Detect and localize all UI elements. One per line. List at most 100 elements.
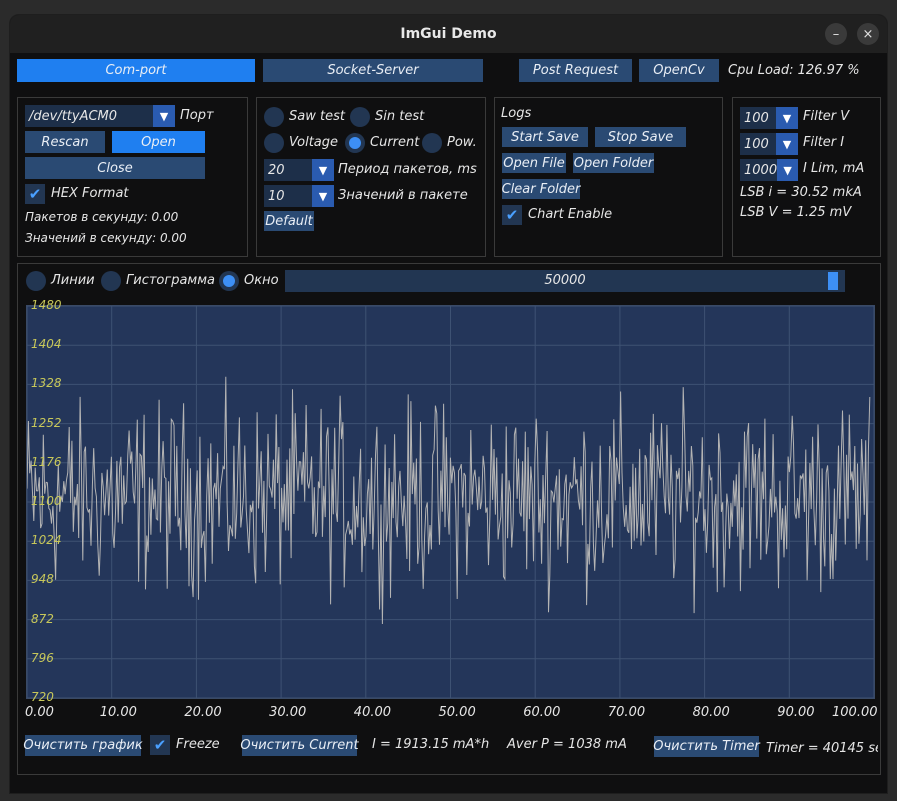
aver-p-readout: Aver P = 1038 mA <box>507 737 627 752</box>
ilim-value: 1000 <box>744 162 778 178</box>
rescan-button[interactable]: Rescan <box>25 131 105 153</box>
filter-i-combo[interactable]: 100 ▼ <box>740 133 798 155</box>
current-radio[interactable] <box>345 133 365 153</box>
y-tick-label: 948 <box>31 572 54 587</box>
sin-test-radio[interactable] <box>350 107 370 127</box>
clear-chart-button[interactable]: Очистить график <box>23 735 143 756</box>
saw-test-label: Saw test <box>289 109 345 124</box>
x-tick-label: 30.00 <box>269 705 307 720</box>
current-label: Current <box>370 135 420 150</box>
tab-com-port[interactable]: Com-port <box>17 59 255 82</box>
filter-i-value: 100 <box>744 136 769 152</box>
clear-folder-button[interactable]: Clear Folder <box>502 179 580 199</box>
plot-svg <box>27 306 874 698</box>
x-tick-label: 20.00 <box>184 705 222 720</box>
window-title: ImGui Demo <box>400 26 497 42</box>
chart-enable-label: Chart Enable <box>528 207 613 222</box>
count-label: Значений в пакете <box>338 188 468 203</box>
y-tick-label: 796 <box>31 650 54 665</box>
cpu-load: Cpu Load: 126.97 % <box>728 63 860 78</box>
slider-value: 50000 <box>544 273 586 288</box>
packets-per-second: Пакетов в секунду: 0.00 <box>25 210 179 224</box>
y-tick-label: 872 <box>31 611 54 626</box>
port-value: /dev/ttyACM0 <box>29 108 118 124</box>
x-tick-label: 100.00 <box>832 705 878 720</box>
histogram-radio[interactable] <box>101 271 121 291</box>
port-combo[interactable]: /dev/ttyACM0 ▼ <box>25 105 175 127</box>
check-icon: ✔ <box>28 185 42 203</box>
hex-format-label: HEX Format <box>51 186 129 201</box>
lines-radio[interactable] <box>26 271 46 291</box>
count-combo[interactable]: 10 ▼ <box>264 185 334 207</box>
window-label: Окно <box>244 273 279 288</box>
plot-area[interactable] <box>26 305 875 699</box>
histogram-label: Гистограмма <box>126 273 215 288</box>
logs-panel <box>494 97 723 257</box>
check-icon: ✔ <box>505 206 519 224</box>
clear-timer-button[interactable]: Очистить Timer <box>653 736 760 757</box>
period-value: 20 <box>268 162 285 178</box>
y-tick-label: 1480 <box>31 298 62 312</box>
x-tick-label: 40.00 <box>353 705 392 720</box>
ilim-label: I Lim, mA <box>803 161 865 176</box>
x-tick-label: 80.00 <box>692 705 730 720</box>
period-combo[interactable]: 20 ▼ <box>264 159 334 181</box>
voltage-label: Voltage <box>289 135 339 150</box>
x-tick-label: 0.00 <box>25 705 54 720</box>
title-bar[interactable]: ImGui Demo – × <box>10 15 887 53</box>
open-folder-button[interactable]: Open Folder <box>573 153 654 173</box>
charge-readout: I = 1913.15 mA*h <box>372 737 490 752</box>
filter-v-value: 100 <box>744 110 769 126</box>
minimize-icon[interactable]: – <box>825 23 847 45</box>
timer-clip: Timer = 40145 sec <box>766 737 878 757</box>
window-radio[interactable] <box>219 271 239 291</box>
tab-opencv[interactable]: OpenCv <box>639 59 719 82</box>
x-tick-label: 60.00 <box>523 705 561 720</box>
x-tick-label: 90.00 <box>777 705 815 720</box>
window-slider[interactable]: 50000 <box>285 270 845 292</box>
saw-test-radio[interactable] <box>264 107 284 127</box>
freeze-label: Freeze <box>176 737 220 752</box>
lines-label: Линии <box>51 273 95 288</box>
tab-socket-server[interactable]: Socket-Server <box>263 59 483 82</box>
tab-post-request[interactable]: Post Request <box>519 59 632 82</box>
hex-format-checkbox[interactable]: ✔ <box>25 184 45 204</box>
pow-radio[interactable] <box>422 133 442 153</box>
timer-readout: Timer = 40145 sec <box>766 741 878 756</box>
y-tick-label: 720 <box>31 690 54 704</box>
x-tick-label: 10.00 <box>99 705 137 720</box>
start-save-button[interactable]: Start Save <box>502 127 588 147</box>
y-tick-label: 1328 <box>31 376 62 391</box>
open-file-button[interactable]: Open File <box>502 153 566 173</box>
pow-label: Pow. <box>447 135 477 150</box>
chevron-down-icon: ▼ <box>776 107 798 129</box>
default-button[interactable]: Default <box>264 211 314 231</box>
ilim-combo[interactable]: 1000 ▼ <box>740 159 798 181</box>
freeze-checkbox[interactable]: ✔ <box>150 735 170 755</box>
period-label: Период пакетов, ms <box>338 162 477 177</box>
count-value: 10 <box>268 188 285 204</box>
y-tick-label: 1404 <box>31 337 62 352</box>
port-label: Порт <box>180 108 214 123</box>
y-tick-label: 1024 <box>31 533 62 548</box>
values-per-second: Значений в секунду: 0.00 <box>25 231 187 245</box>
logs-title: Logs <box>501 106 532 121</box>
clear-current-button[interactable]: Очистить Current <box>240 735 359 756</box>
x-tick-label: 50.00 <box>438 705 476 720</box>
close-button[interactable]: Close <box>25 157 205 179</box>
stop-save-button[interactable]: Stop Save <box>595 127 686 147</box>
chevron-down-icon: ▼ <box>312 185 334 207</box>
chevron-down-icon: ▼ <box>312 159 334 181</box>
voltage-radio[interactable] <box>264 133 284 153</box>
chart-enable-checkbox[interactable]: ✔ <box>502 205 522 225</box>
check-icon: ✔ <box>153 736 167 754</box>
chevron-down-icon: ▼ <box>776 133 798 155</box>
open-button[interactable]: Open <box>112 131 205 153</box>
lsb-i: LSB i = 30.52 mkA <box>740 185 862 200</box>
lsb-v: LSB V = 1.25 mV <box>740 205 852 220</box>
app-window: ImGui Demo – × Com-port Socket-Server Po… <box>9 14 888 794</box>
chevron-down-icon: ▼ <box>777 159 798 181</box>
filter-v-combo[interactable]: 100 ▼ <box>740 107 798 129</box>
close-icon[interactable]: × <box>857 23 879 45</box>
filter-i-label: Filter I <box>803 135 845 150</box>
